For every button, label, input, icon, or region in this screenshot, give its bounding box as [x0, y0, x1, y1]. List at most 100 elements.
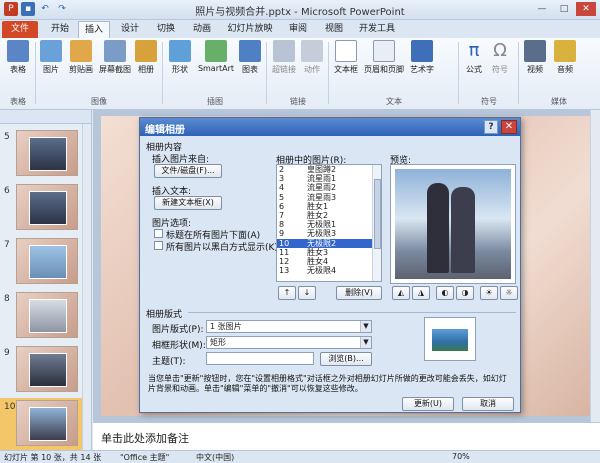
chart-icon — [239, 40, 261, 62]
smartart-button[interactable]: SmartArt — [196, 40, 236, 73]
equation-button[interactable]: π 公式 — [462, 40, 486, 75]
shapes-icon — [169, 40, 191, 62]
list-item[interactable]: 13 无极限4 — [277, 266, 381, 275]
video-button[interactable]: 视频 — [522, 40, 548, 75]
audio-button[interactable]: 音频 — [552, 40, 578, 75]
list-item-selected[interactable]: 10 无极限2 — [277, 238, 381, 248]
zoom-level[interactable]: 70% — [452, 452, 470, 461]
list-item[interactable]: 5 流星雨3 — [277, 193, 381, 202]
list-item[interactable]: 7 胜女2 — [277, 211, 381, 220]
list-item[interactable]: 9 无极限3 — [277, 229, 381, 238]
help-button[interactable]: ? — [484, 120, 498, 134]
chevron-down-icon: ▼ — [360, 321, 371, 332]
slide-thumbnail[interactable]: 8 — [0, 290, 82, 344]
slide-thumbnail[interactable]: 6 — [0, 182, 82, 236]
delete-button[interactable]: 删除(V) — [336, 286, 382, 300]
equation-icon: π — [468, 40, 480, 61]
frame-shape-select[interactable]: 矩形 ▼ — [206, 336, 372, 349]
list-scrollbar[interactable] — [372, 165, 381, 281]
theme-input[interactable] — [206, 352, 314, 365]
textbox-icon — [335, 40, 357, 62]
picture-button[interactable]: 图片 — [38, 40, 64, 75]
group-label-links: 链接 — [290, 97, 306, 106]
update-button[interactable]: 更新(U) — [402, 397, 454, 411]
list-item[interactable]: 3 流星雨1 — [277, 174, 381, 183]
screenshot-button[interactable]: 屏幕截图 — [98, 40, 132, 75]
hyperlink-button[interactable]: 超链接 — [270, 40, 298, 75]
theme-label: 主题(T): — [152, 357, 186, 367]
slide-thumbnail[interactable]: 9 — [0, 344, 82, 398]
rotate-right-icon[interactable]: ◮ — [412, 286, 430, 300]
slide-thumbnail[interactable]: 7 — [0, 236, 82, 290]
dialog-title-bar: 编辑相册 ? ✕ — [140, 118, 520, 136]
tab-design[interactable]: 设计 — [114, 21, 146, 38]
table-button[interactable]: 表格 — [4, 40, 32, 75]
tab-view[interactable]: 视图 — [318, 21, 350, 38]
list-item[interactable]: 11 胜女3 — [277, 248, 381, 257]
header-footer-icon — [373, 40, 395, 62]
dialog-close-button[interactable]: ✕ — [501, 120, 517, 134]
header-footer-button[interactable]: 页眉和页脚 — [362, 40, 406, 75]
notes-placeholder: 单击此处添加备注 — [101, 432, 189, 445]
edit-photo-album-dialog: 编辑相册 ? ✕ 相册内容 插入图片来自: 文件/磁盘(F)... 插入文本: … — [139, 117, 521, 413]
list-item[interactable]: 4 流星雨2 — [277, 183, 381, 192]
list-item[interactable]: 6 胜女1 — [277, 202, 381, 211]
tab-animations[interactable]: 动画 — [186, 21, 218, 38]
chart-button[interactable]: 图表 — [238, 40, 262, 75]
wordart-button[interactable]: 艺术字 — [408, 40, 436, 75]
group-label-illustrations: 插图 — [207, 97, 223, 106]
list-item[interactable]: 2 皇图蹲2 — [277, 165, 381, 174]
tab-transitions[interactable]: 切换 — [150, 21, 182, 38]
brightness-up-icon[interactable]: ☀ — [480, 286, 498, 300]
minimize-button[interactable]: — — [532, 2, 552, 16]
rotate-left-icon[interactable]: ◭ — [392, 286, 410, 300]
tab-review[interactable]: 审阅 — [282, 21, 314, 38]
shapes-button[interactable]: 形状 — [166, 40, 194, 75]
symbol-icon: Ω — [493, 40, 507, 61]
album-button[interactable]: 相册 — [134, 40, 158, 75]
thumbnail-scrollbar[interactable] — [82, 124, 91, 450]
new-textbox-button[interactable]: 新建文本框(X) — [154, 196, 222, 210]
contrast-up-icon[interactable]: ◐ — [436, 286, 454, 300]
slide-thumbnail[interactable]: 5 — [0, 128, 82, 182]
slide-thumbnail-selected[interactable]: 10 — [0, 398, 82, 452]
caption-checkbox[interactable] — [154, 229, 163, 238]
browse-button[interactable]: 浏览(B)... — [320, 352, 372, 366]
wordart-icon — [411, 40, 433, 62]
hyperlink-icon — [273, 40, 295, 62]
symbol-button[interactable]: Ω 符号 — [488, 40, 512, 75]
list-item[interactable]: 12 胜女4 — [277, 257, 381, 266]
clipart-button[interactable]: 剪贴画 — [66, 40, 96, 75]
update-warning-note: 当您单击"更新"按钮时，您在"设置相册格式"对话框之外对相册幻灯片所做的更改可能… — [148, 374, 507, 393]
slide-counter: 幻灯片 第 10 张，共 14 张 — [4, 453, 102, 462]
move-down-button[interactable]: ↓ — [298, 286, 316, 300]
group-label-table: 表格 — [10, 97, 26, 106]
pictures-listbox[interactable]: 2 皇图蹲2 3 流星雨1 4 流星雨2 5 流星雨3 6 胜女1 7 胜女2 8 无极限1 … — [276, 164, 382, 282]
tab-home[interactable]: 开始 — [44, 21, 76, 38]
tab-slideshow[interactable]: 幻灯片放映 — [222, 21, 278, 38]
tab-insert[interactable]: 插入 — [78, 21, 110, 38]
cancel-button[interactable]: 取消 — [462, 397, 514, 411]
file-disk-button[interactable]: 文件/磁盘(F)... — [154, 164, 222, 178]
brightness-down-icon[interactable]: ☼ — [500, 286, 518, 300]
close-window-button[interactable]: ✕ — [576, 2, 596, 16]
move-up-button[interactable]: ↑ — [278, 286, 296, 300]
chevron-down-icon: ▼ — [360, 337, 371, 348]
frame-shape-label: 相框形状(M): — [152, 341, 206, 351]
notes-pane[interactable]: 单击此处添加备注 — [93, 422, 600, 450]
slide-scrollbar[interactable] — [590, 110, 600, 422]
textbox-button[interactable]: 文本框 — [332, 40, 360, 75]
picture-layout-select[interactable]: 1 张图片 ▼ — [206, 320, 372, 333]
black-white-checkbox[interactable] — [154, 241, 163, 250]
maximize-button[interactable]: □ — [554, 2, 574, 16]
table-icon — [7, 40, 29, 62]
screenshot-icon — [104, 40, 126, 62]
album-layout-label: 相册版式 — [146, 310, 183, 320]
action-icon — [301, 40, 323, 62]
tab-developer[interactable]: 开发工具 — [354, 21, 400, 38]
tab-file[interactable]: 文件 — [2, 21, 38, 38]
audio-icon — [554, 40, 576, 62]
list-item[interactable]: 8 无极限1 — [277, 220, 381, 229]
contrast-down-icon[interactable]: ◑ — [456, 286, 474, 300]
action-button[interactable]: 动作 — [300, 40, 324, 75]
